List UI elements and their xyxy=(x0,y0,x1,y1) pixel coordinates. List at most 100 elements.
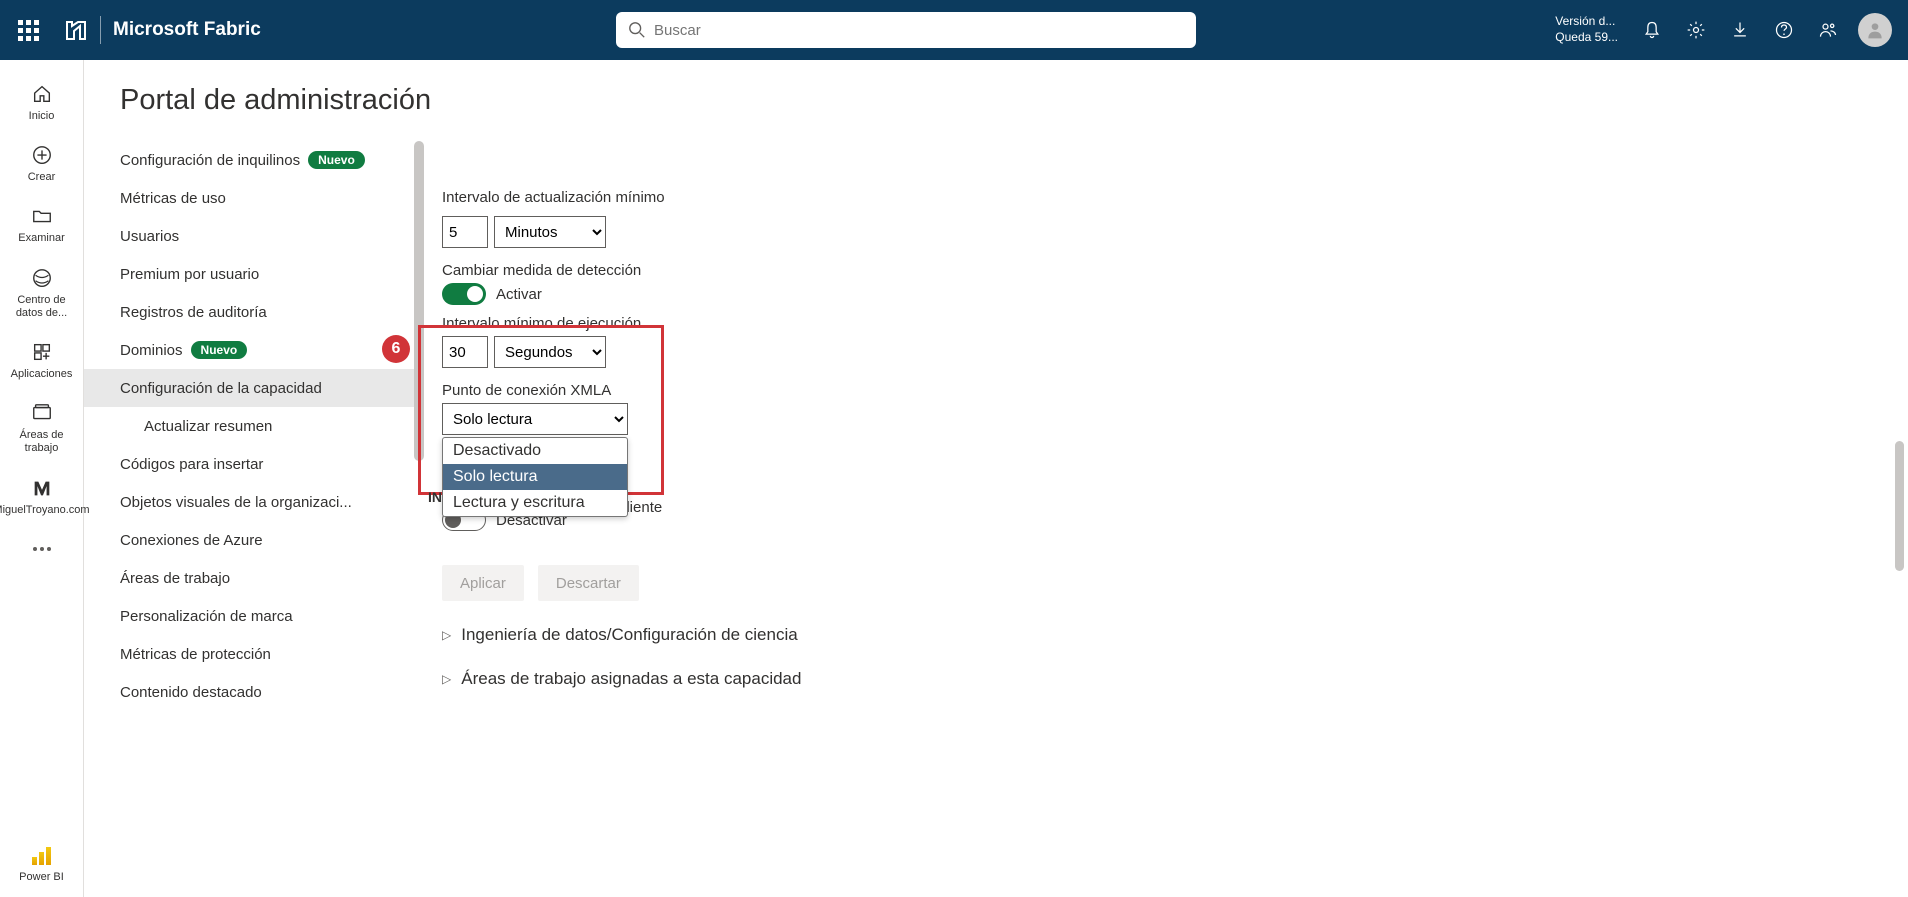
app-launcher-button[interactable] xyxy=(8,10,48,50)
product-brand[interactable]: Microsoft Fabric xyxy=(56,16,269,44)
home-icon xyxy=(31,82,53,106)
content-panel: 6 Intervalo de actualización mínimo Minu… xyxy=(424,141,1908,897)
nav-label: Centro de datos de... xyxy=(4,294,80,320)
feedback-button[interactable] xyxy=(1806,8,1850,52)
download-button[interactable] xyxy=(1718,8,1762,52)
sidebar-item-label: Objetos visuales de la organizaci... xyxy=(120,494,352,511)
search-box[interactable] xyxy=(616,12,1196,48)
discard-button[interactable]: Descartar xyxy=(538,565,639,601)
sidebar-item-org-visuals[interactable]: Objetos visuales de la organizaci... xyxy=(84,483,424,521)
download-icon xyxy=(1730,20,1750,40)
trial-info[interactable]: Versión d... Queda 59... xyxy=(1543,14,1630,45)
sidebar-item-label: Usuarios xyxy=(120,228,179,245)
more-icon xyxy=(33,537,51,561)
nav-rail: Inicio Crear Examinar Centro de datos de… xyxy=(0,60,84,897)
nav-custom[interactable]: MiguelTroyano.com xyxy=(2,470,82,527)
nav-powerbi[interactable]: Power BI xyxy=(0,837,83,897)
nav-browse[interactable]: Examinar xyxy=(2,198,82,255)
sidebar-item-label: Registros de auditoría xyxy=(120,304,267,321)
settings-button[interactable] xyxy=(1674,8,1718,52)
sidebar-item-embed-codes[interactable]: Códigos para insertar xyxy=(84,445,424,483)
workspaces-icon xyxy=(31,401,53,425)
exec-interval-input[interactable] xyxy=(442,336,488,368)
sidebar-item-featured-content[interactable]: Contenido destacado xyxy=(84,673,424,711)
sidebar-item-workspaces[interactable]: Áreas de trabajo xyxy=(84,559,424,597)
sidebar-item-audit-logs[interactable]: Registros de auditoría xyxy=(84,293,424,331)
help-button[interactable] xyxy=(1762,8,1806,52)
search-input[interactable] xyxy=(654,22,1184,39)
nav-label: Aplicaciones xyxy=(11,368,73,381)
xmla-select[interactable]: Solo lectura xyxy=(442,403,628,435)
brand-divider xyxy=(100,16,101,44)
nav-create[interactable]: Crear xyxy=(2,137,82,194)
xmla-option-readwrite[interactable]: Lectura y escritura xyxy=(443,490,627,516)
refresh-interval-unit-select[interactable]: Minutos xyxy=(494,216,606,248)
nav-workspaces[interactable]: Áreas de trabajo xyxy=(2,395,82,465)
sidebar-item-refresh-summary[interactable]: Actualizar resumen xyxy=(84,407,424,445)
nav-label: Inicio xyxy=(29,110,55,123)
obscured-section-prefix: IN xyxy=(428,489,442,505)
sidebar-item-usage-metrics[interactable]: Métricas de uso xyxy=(84,179,424,217)
exec-interval-label: Intervalo mínimo de ejecución xyxy=(442,315,1884,332)
search-icon xyxy=(628,21,646,39)
detection-toggle[interactable] xyxy=(442,283,486,305)
notifications-button[interactable] xyxy=(1630,8,1674,52)
apps-icon xyxy=(31,340,53,364)
app-header: Microsoft Fabric Versión d... Queda 59..… xyxy=(0,0,1908,60)
content-scrollbar-thumb[interactable] xyxy=(1895,441,1904,571)
sidebar-item-label: Conexiones de Azure xyxy=(120,532,263,549)
gear-icon xyxy=(1686,20,1706,40)
sidebar-item-branding[interactable]: Personalización de marca xyxy=(84,597,424,635)
trial-line1: Versión d... xyxy=(1555,14,1618,30)
detection-measure-label: Cambiar medida de detección xyxy=(442,262,1884,279)
expander-label: Áreas de trabajo asignadas a esta capaci… xyxy=(461,669,801,689)
sidebar-item-domains[interactable]: Dominios Nuevo xyxy=(84,331,424,369)
refresh-interval-input[interactable] xyxy=(442,216,488,248)
account-avatar[interactable] xyxy=(1858,13,1892,47)
sidebar-item-label: Personalización de marca xyxy=(120,608,293,625)
sidebar-item-label: Premium por usuario xyxy=(120,266,259,283)
folder-icon xyxy=(31,204,53,228)
search-container xyxy=(277,12,1535,48)
sidebar-item-label: Métricas de protección xyxy=(120,646,271,663)
sidebar-item-label: Contenido destacado xyxy=(120,684,262,701)
settings-scrollbar[interactable] xyxy=(414,141,424,461)
sidebar-item-users[interactable]: Usuarios xyxy=(84,217,424,255)
xmla-option-readonly[interactable]: Solo lectura xyxy=(443,464,627,490)
nav-more[interactable] xyxy=(2,531,82,571)
content-scrollbar-track xyxy=(1895,141,1904,897)
header-actions: Versión d... Queda 59... xyxy=(1543,8,1900,52)
sidebar-item-protection-metrics[interactable]: Métricas de protección xyxy=(84,635,424,673)
sidebar-item-ppu[interactable]: Premium por usuario xyxy=(84,255,424,293)
expander-assigned-workspaces[interactable]: ▷ Áreas de trabajo asignadas a esta capa… xyxy=(442,669,1884,689)
sidebar-item-capacity-settings[interactable]: Configuración de la capacidad xyxy=(84,369,424,407)
sidebar-item-azure-connections[interactable]: Conexiones de Azure xyxy=(84,521,424,559)
refresh-interval-label: Intervalo de actualización mínimo xyxy=(442,189,1884,206)
exec-interval-unit-select[interactable]: Segundos xyxy=(494,336,606,368)
apply-button[interactable]: Aplicar xyxy=(442,565,524,601)
chevron-right-icon: ▷ xyxy=(442,672,451,686)
new-badge: Nuevo xyxy=(191,341,248,359)
onelake-icon xyxy=(31,266,53,290)
settings-list: Configuración de inquilinos Nuevo Métric… xyxy=(84,141,424,711)
new-badge: Nuevo xyxy=(308,151,365,169)
sidebar-item-tenant-settings[interactable]: Configuración de inquilinos Nuevo xyxy=(84,141,424,179)
expander-data-engineering[interactable]: ▷ Ingeniería de datos/Configuración de c… xyxy=(442,625,1884,645)
nav-label: Examinar xyxy=(18,232,64,245)
xmla-option-disabled[interactable]: Desactivado xyxy=(443,438,627,464)
expander-label: Ingeniería de datos/Configuración de cie… xyxy=(461,625,797,645)
settings-sidebar: Configuración de inquilinos Nuevo Métric… xyxy=(84,141,424,897)
custom-m-icon xyxy=(31,476,53,500)
sidebar-item-label: Dominios xyxy=(120,342,183,359)
nav-home[interactable]: Inicio xyxy=(2,76,82,133)
bell-icon xyxy=(1642,20,1662,40)
nav-apps[interactable]: Aplicaciones xyxy=(2,334,82,391)
chevron-right-icon: ▷ xyxy=(442,628,451,642)
waffle-icon xyxy=(18,20,39,41)
nav-onelake[interactable]: Centro de datos de... xyxy=(2,260,82,330)
person-icon xyxy=(1865,20,1885,40)
sidebar-item-label: Métricas de uso xyxy=(120,190,226,207)
sidebar-item-label: Actualizar resumen xyxy=(144,418,272,435)
trial-line2: Queda 59... xyxy=(1555,30,1618,46)
xmla-dropdown-listbox[interactable]: Desactivado Solo lectura Lectura y escri… xyxy=(442,437,628,517)
